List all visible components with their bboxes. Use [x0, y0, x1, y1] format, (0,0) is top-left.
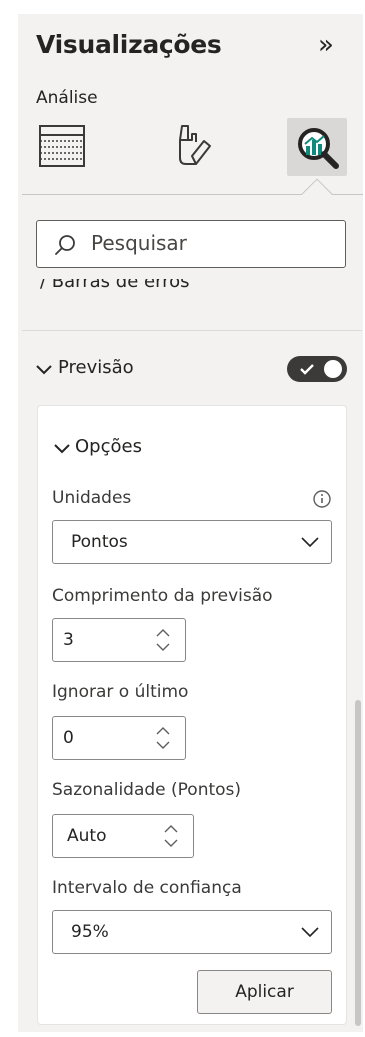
forecast-length-value: 3 — [63, 630, 74, 650]
search-placeholder: Pesquisar — [91, 231, 187, 255]
seasonality-label: Sazonalidade (Pontos) — [52, 780, 242, 800]
toggle-knob — [324, 360, 342, 378]
confidence-label: Intervalo de confiança — [52, 878, 242, 898]
chevron-down-icon[interactable] — [54, 442, 70, 456]
chevron-down-icon — [301, 537, 319, 548]
section-divider — [22, 330, 362, 331]
double-chevron-right-icon: » — [318, 30, 334, 60]
info-icon[interactable] — [312, 489, 332, 509]
confidence-dropdown[interactable]: 95% — [52, 910, 332, 954]
tab-analytics[interactable] — [287, 118, 347, 176]
chevron-down-icon — [301, 927, 319, 938]
check-icon — [300, 364, 314, 375]
error-bars-label: / Barras de erros — [40, 279, 190, 292]
units-value: Pontos — [71, 532, 128, 552]
units-label: Unidades — [52, 488, 132, 508]
ignore-last-label: Ignorar o último — [52, 682, 189, 702]
pane-title: Visualizações — [36, 30, 222, 59]
forecast-section-title[interactable]: Previsão — [58, 357, 134, 378]
units-dropdown[interactable]: Pontos — [52, 520, 332, 564]
confidence-value: 95% — [71, 922, 109, 942]
seasonality-stepper[interactable]: Auto — [52, 814, 194, 858]
search-input[interactable]: Pesquisar — [36, 220, 346, 268]
seasonality-value: Auto — [67, 826, 107, 846]
table-grid-icon — [39, 125, 85, 167]
forecast-length-stepper[interactable]: 3 — [52, 618, 186, 662]
tab-format-visual[interactable] — [166, 120, 216, 172]
tab-subtitle: Análise — [36, 88, 98, 108]
spinner-arrows-icon[interactable] — [163, 821, 179, 851]
error-bars-section[interactable]: / Barras de erros — [40, 279, 280, 301]
ignore-last-stepper[interactable]: 0 — [52, 716, 186, 760]
apply-button[interactable]: Aplicar — [197, 970, 332, 1014]
magnifier-chart-icon — [298, 128, 339, 169]
collapse-pane-button[interactable]: » — [318, 30, 334, 60]
paintbrush-hand-icon — [179, 125, 211, 165]
spinner-arrows-icon[interactable] — [155, 723, 171, 753]
spinner-arrows-icon[interactable] — [155, 625, 171, 655]
options-subsection-title[interactable]: Opções — [75, 436, 142, 457]
tab-build-visual[interactable] — [38, 122, 86, 170]
forecast-toggle[interactable] — [287, 356, 347, 382]
chevron-down-icon[interactable] — [36, 363, 52, 377]
forecast-length-label: Comprimento da previsão — [52, 586, 273, 606]
scrollbar-thumb[interactable] — [355, 700, 361, 1026]
ignore-last-value: 0 — [63, 728, 74, 748]
search-icon — [55, 235, 75, 255]
